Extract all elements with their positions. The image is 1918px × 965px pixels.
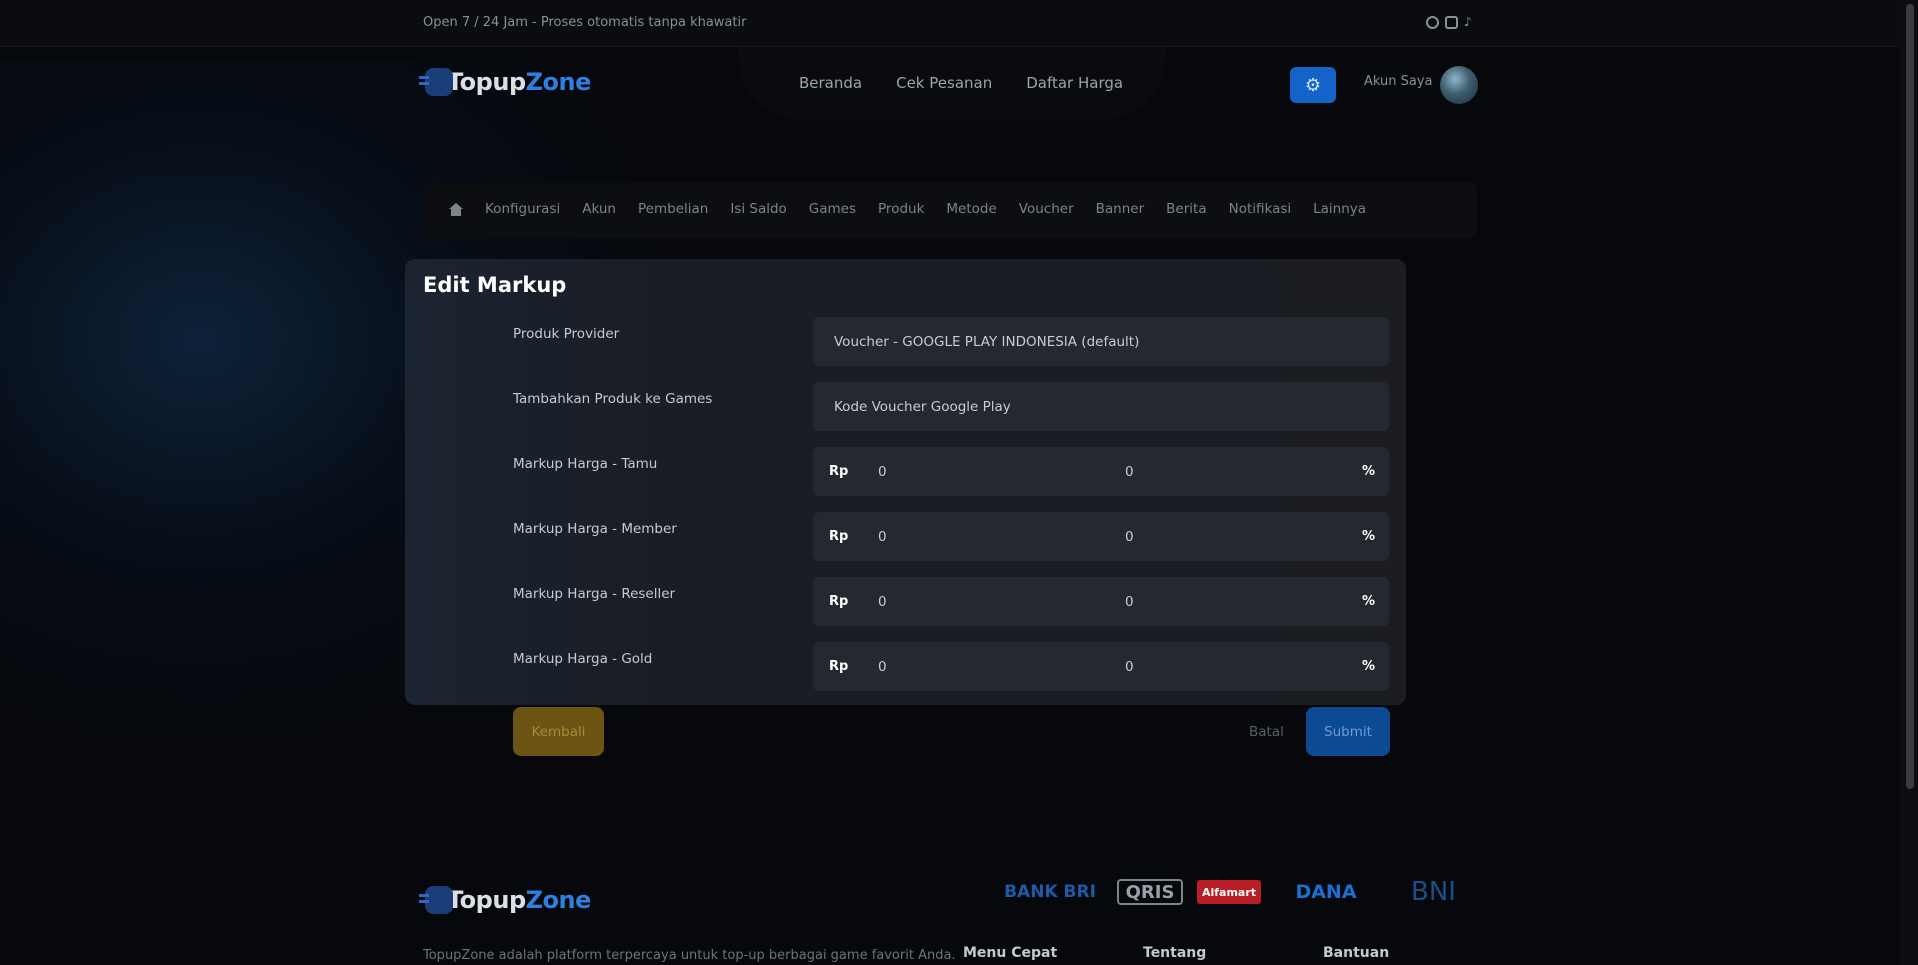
provider-select[interactable]: Voucher - GOOGLE PLAY INDONESIA (default…	[813, 317, 1389, 366]
markup-field-member: Rp 0 0 %	[813, 512, 1389, 561]
top-info-bar: Open 7 / 24 Jam - Proses otomatis tanpa …	[0, 0, 1900, 47]
submit-button[interactable]: Submit	[1306, 707, 1390, 756]
social-links: ♪	[1426, 16, 1477, 29]
payment-logos: BANK BRI QRIS Alfamart DANA BNI	[997, 877, 1476, 907]
footer-heading-menu-cepat: Menu Cepat	[963, 945, 1058, 961]
provider-label: Produk Provider	[513, 326, 620, 342]
main-nav: Beranda Cek Pesanan Daftar Harga	[799, 74, 1123, 92]
subnav-lainnya[interactable]: Lainnya	[1313, 201, 1366, 217]
game-select[interactable]: Kode Voucher Google Play	[813, 382, 1389, 431]
currency-prefix: Rp	[829, 529, 849, 544]
nav-daftar-harga[interactable]: Daftar Harga	[1026, 74, 1123, 92]
markup-field-tamu: Rp 0 0 %	[813, 447, 1389, 496]
bank-bri-logo: BANK BRI	[1004, 882, 1096, 902]
markup-field-reseller: Rp 0 0 %	[813, 577, 1389, 626]
logo-mark-icon	[419, 68, 453, 96]
account-label[interactable]: Akun Saya	[1364, 74, 1433, 89]
alfamart-logo: Alfamart	[1197, 880, 1261, 904]
gear-icon: ⚙	[1304, 74, 1322, 96]
dana-logo: DANA	[1295, 881, 1357, 903]
tagline: Open 7 / 24 Jam - Proses otomatis tanpa …	[423, 15, 747, 30]
avatar[interactable]	[1440, 66, 1478, 104]
subnav-voucher[interactable]: Voucher	[1019, 201, 1074, 217]
game-value: Kode Voucher Google Play	[834, 398, 1011, 415]
currency-prefix: Rp	[829, 464, 849, 479]
currency-prefix: Rp	[829, 594, 849, 609]
markup-percent-input-tamu[interactable]: 0	[1125, 464, 1134, 480]
subnav-konfigurasi[interactable]: Konfigurasi	[485, 201, 560, 217]
game-label: Tambahkan Produk ke Games	[513, 391, 713, 407]
footer-heading-tentang: Tentang	[1143, 945, 1207, 961]
markup-percent-input-reseller[interactable]: 0	[1125, 594, 1134, 610]
percent-suffix: %	[1361, 659, 1375, 674]
markup-rp-input-member[interactable]: 0	[878, 529, 887, 545]
page-scrollbar[interactable]	[1900, 0, 1918, 965]
subnav-metode[interactable]: Metode	[946, 201, 996, 217]
subnav-notifikasi[interactable]: Notifikasi	[1229, 201, 1292, 217]
markup-label-member: Markup Harga - Member	[513, 521, 677, 537]
nav-cek-pesanan[interactable]: Cek Pesanan	[896, 74, 992, 92]
back-button[interactable]: Kembali	[513, 707, 604, 756]
markup-rp-input-tamu[interactable]: 0	[878, 464, 887, 480]
percent-suffix: %	[1361, 529, 1375, 544]
markup-percent-input-member[interactable]: 0	[1125, 529, 1134, 545]
cancel-button[interactable]: Batal	[1249, 724, 1284, 740]
markup-rp-input-reseller[interactable]: 0	[878, 594, 887, 610]
settings-button[interactable]: ⚙	[1290, 67, 1336, 103]
markup-label-reseller: Markup Harga - Reseller	[513, 586, 676, 602]
nav-beranda[interactable]: Beranda	[799, 74, 862, 92]
page-title: Edit Markup	[423, 273, 567, 297]
percent-suffix: %	[1361, 464, 1375, 479]
percent-suffix: %	[1361, 594, 1375, 609]
subnav-produk[interactable]: Produk	[878, 201, 924, 217]
logo[interactable]: TopupZone	[419, 68, 591, 96]
subnav-banner[interactable]: Banner	[1096, 201, 1145, 217]
footer-logo[interactable]: TopupZone	[419, 886, 591, 914]
admin-subnav: Konfigurasi Akun Pembelian Isi Saldo Gam…	[423, 183, 1477, 238]
subnav-pembelian[interactable]: Pembelian	[638, 201, 708, 217]
instagram-icon[interactable]	[1445, 16, 1458, 29]
markup-label-gold: Markup Harga - Gold	[513, 651, 653, 667]
tiktok-icon[interactable]: ♪	[1464, 16, 1477, 29]
edit-markup-card: Edit Markup Produk Provider Voucher - GO…	[405, 259, 1406, 705]
markup-rp-input-gold[interactable]: 0	[878, 659, 887, 675]
logo-text: TopupZone	[447, 68, 591, 96]
logo-text: TopupZone	[447, 886, 591, 914]
subnav-games[interactable]: Games	[809, 201, 856, 217]
provider-value: Voucher - GOOGLE PLAY INDONESIA (default…	[834, 333, 1140, 350]
qris-logo: QRIS	[1117, 879, 1183, 905]
currency-prefix: Rp	[829, 659, 849, 674]
whatsapp-icon[interactable]	[1426, 16, 1439, 29]
logo-mark-icon	[419, 886, 453, 914]
subnav-akun[interactable]: Akun	[582, 201, 616, 217]
scrollbar-thumb[interactable]	[1906, 4, 1914, 789]
footer-description: TopupZone adalah platform terpercaya unt…	[423, 948, 956, 963]
markup-percent-input-gold[interactable]: 0	[1125, 659, 1134, 675]
subnav-berita[interactable]: Berita	[1166, 201, 1206, 217]
footer-heading-bantuan: Bantuan	[1323, 945, 1390, 961]
subnav-isi-saldo[interactable]: Isi Saldo	[730, 201, 786, 217]
home-icon[interactable]	[449, 202, 463, 216]
bni-logo: BNI	[1411, 877, 1456, 907]
markup-label-tamu: Markup Harga - Tamu	[513, 456, 658, 472]
markup-field-gold: Rp 0 0 %	[813, 642, 1389, 691]
